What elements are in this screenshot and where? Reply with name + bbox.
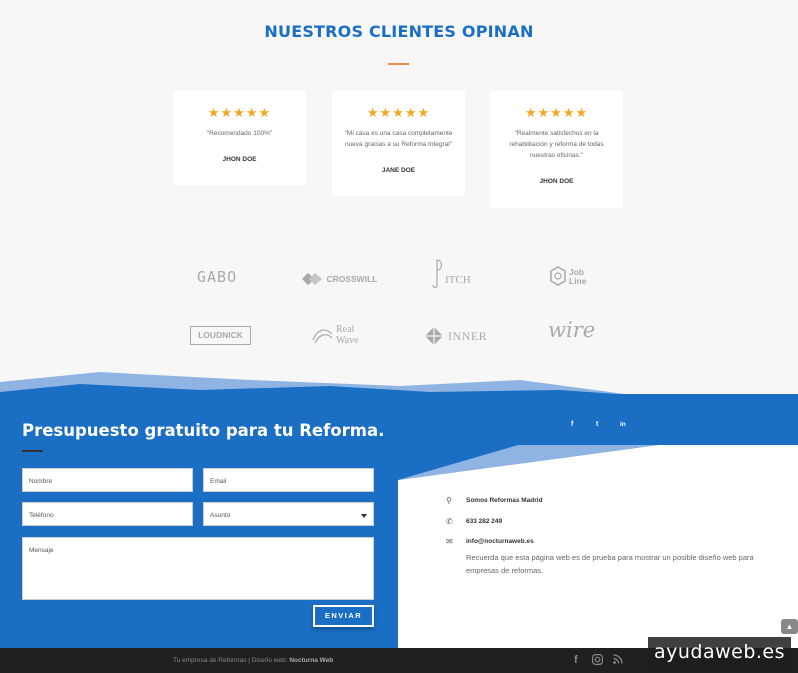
email-placeholder: Email (210, 478, 227, 485)
message-placeholder: Mensaje (29, 547, 54, 554)
watermark: ayudaweb.es (648, 637, 791, 667)
title-divider (388, 63, 409, 65)
name-placeholder: Nombre (29, 478, 53, 485)
linkedin-icon[interactable]: in (620, 421, 626, 428)
footer-credits: Tu empresa de Reformas | Diseño web: Noc… (173, 657, 333, 664)
testimonial-author: JHON DOE (539, 178, 574, 185)
phone-icon: ✆ (446, 517, 453, 526)
testimonial-author: JANE DOE (381, 167, 416, 174)
twitter-icon[interactable]: t (596, 421, 598, 428)
rating-stars-icon: ★★★★★ (207, 105, 272, 120)
email-address[interactable]: info@nocturnaweb.es (466, 538, 534, 545)
inner-text: INNER (448, 329, 488, 343)
itch-mark-icon (432, 259, 443, 288)
instagram-icon[interactable] (592, 654, 604, 668)
scroll-to-top-button[interactable]: ▲ (781, 619, 798, 634)
contact-panel (398, 445, 798, 648)
testimonial-quote: "Recomendado 100%" (206, 130, 273, 137)
rating-stars-icon: ★★★★★ (366, 105, 431, 120)
client-logo-gabo: GABO (197, 268, 238, 286)
subject-select[interactable]: Asunto (203, 502, 374, 526)
credits-prefix: Tu empresa de Reformas | Diseño web: (173, 657, 288, 664)
hexagon-icon (550, 266, 566, 286)
email-field[interactable]: Email (203, 468, 374, 492)
subject-value: Asunto (210, 512, 231, 519)
form-title: Presupuesto gratuito para tu Reforma. (22, 421, 385, 440)
chevron-down-icon (361, 514, 367, 518)
location-pin-icon: ⚲ (446, 496, 452, 505)
section-title: NUESTROS CLIENTES OPINAN (264, 22, 534, 41)
testimonial-card: ★★★★★ "Mi casa es una casa completamente… (332, 91, 465, 196)
diamond-grid-icon (425, 327, 443, 345)
realwave-text-top: Real (336, 324, 355, 335)
testimonial-card: ★★★★★ "Recomendado 100%" JHON DOE (173, 91, 306, 185)
rss-icon[interactable] (613, 654, 623, 667)
form-title-divider (22, 450, 43, 452)
client-logo-loudnick: LOUDNICK (190, 326, 251, 345)
credits-brand-link[interactable]: Nocturna Web (289, 657, 333, 664)
wave-icon (312, 329, 333, 344)
phone-placeholder: Teléfono (29, 512, 54, 519)
jobline-text-bottom: Line (569, 276, 587, 286)
envelope-icon: ✉ (446, 537, 453, 546)
contact-description: Recuerda que esta página web es de prueb… (466, 553, 754, 575)
message-textarea[interactable]: Mensaje (22, 537, 374, 600)
rating-stars-icon: ★★★★★ (524, 105, 589, 120)
realwave-text-bottom: Wave (336, 335, 359, 346)
crosswill-mark-icon (302, 272, 322, 285)
send-button[interactable]: ENVIAR (313, 605, 374, 627)
testimonial-quote: "Mi casa es una casa completamente nueva… (344, 130, 453, 148)
phone-field[interactable]: Teléfono (22, 502, 193, 526)
company-name: Somos Reformas Madrid (466, 497, 543, 504)
client-logo-wire: wire (548, 318, 596, 342)
phone-number: 633 282 249 (466, 518, 503, 525)
facebook-icon[interactable]: f (571, 421, 573, 428)
testimonial-card: ★★★★★ "Realmente satisfechos en la rehab… (490, 91, 623, 208)
name-field[interactable]: Nombre (22, 468, 193, 492)
itch-text: ITCH (445, 274, 471, 286)
crosswill-text: CROSSWILL (326, 273, 378, 284)
facebook-icon[interactable]: f (574, 654, 578, 666)
testimonial-quote: "Realmente satisfechos en la rehabilitac… (509, 130, 604, 159)
testimonial-author: JHON DOE (222, 156, 257, 163)
client-logo-crosswill: CROSSWILL (302, 270, 377, 288)
